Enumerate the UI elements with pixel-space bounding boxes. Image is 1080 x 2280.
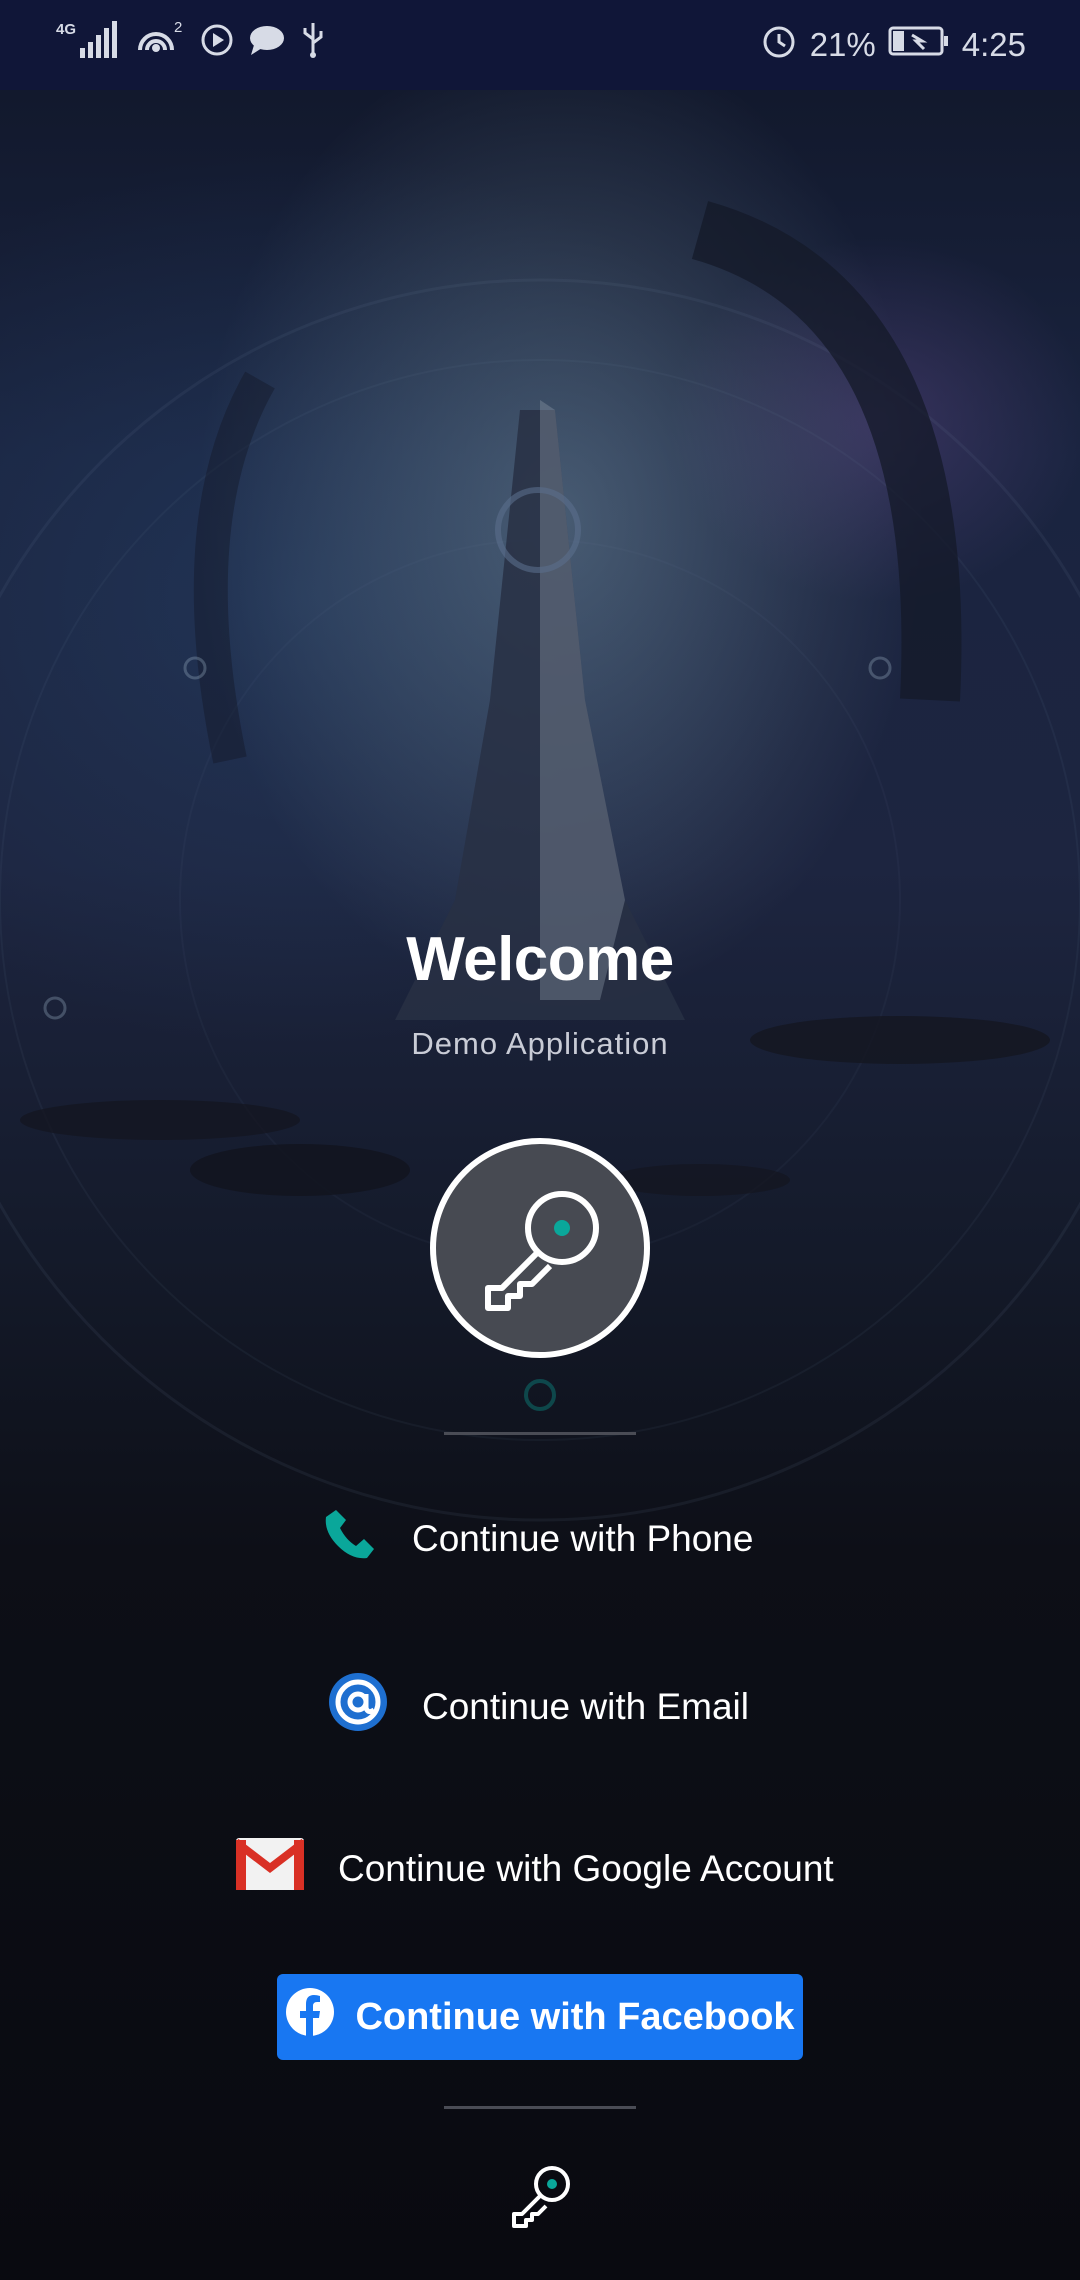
- continue-google-label: Continue with Google Account: [338, 1847, 834, 1889]
- key-logo: [430, 1138, 650, 1358]
- continue-facebook-label: Continue with Facebook: [355, 1995, 795, 2038]
- battery-percent: 21%: [809, 26, 876, 63]
- hotspot-icon: 2: [134, 18, 186, 70]
- continue-phone-button[interactable]: Continue with Phone: [322, 1506, 753, 1571]
- continue-email-label: Continue with Email: [422, 1685, 749, 1727]
- key-icon: [485, 1191, 599, 1311]
- battery-icon: [888, 25, 950, 65]
- play-icon: [200, 23, 234, 65]
- hotspot-count: 2: [174, 19, 182, 36]
- app-subtitle: Demo Application: [411, 1026, 669, 1061]
- bottom-key-button[interactable]: [500, 2160, 580, 2240]
- continue-google-button[interactable]: Continue with Google Account: [233, 1838, 834, 1899]
- at-sign-icon: [328, 1672, 388, 1741]
- message-icon: [248, 23, 286, 65]
- alarm-icon: [760, 22, 798, 68]
- status-bar: 4G 2 21% 4:25: [0, 0, 1080, 90]
- continue-phone-label: Continue with Phone: [412, 1517, 754, 1559]
- key-icon: [512, 2166, 570, 2228]
- phone-icon: [322, 1506, 378, 1571]
- network-type-label: 4G: [56, 21, 76, 38]
- divider-bottom: [444, 2106, 636, 2109]
- clock-time: 4:25: [961, 26, 1026, 63]
- divider-top: [444, 1432, 636, 1435]
- continue-facebook-button[interactable]: Continue with Facebook: [277, 1974, 803, 2060]
- signal-icon: 4G: [56, 18, 120, 70]
- gmail-icon: [233, 1838, 307, 1899]
- usb-icon: [300, 21, 326, 67]
- continue-email-button[interactable]: Continue with Email: [328, 1672, 749, 1741]
- facebook-icon: [285, 1987, 335, 2047]
- welcome-title: Welcome: [406, 925, 674, 994]
